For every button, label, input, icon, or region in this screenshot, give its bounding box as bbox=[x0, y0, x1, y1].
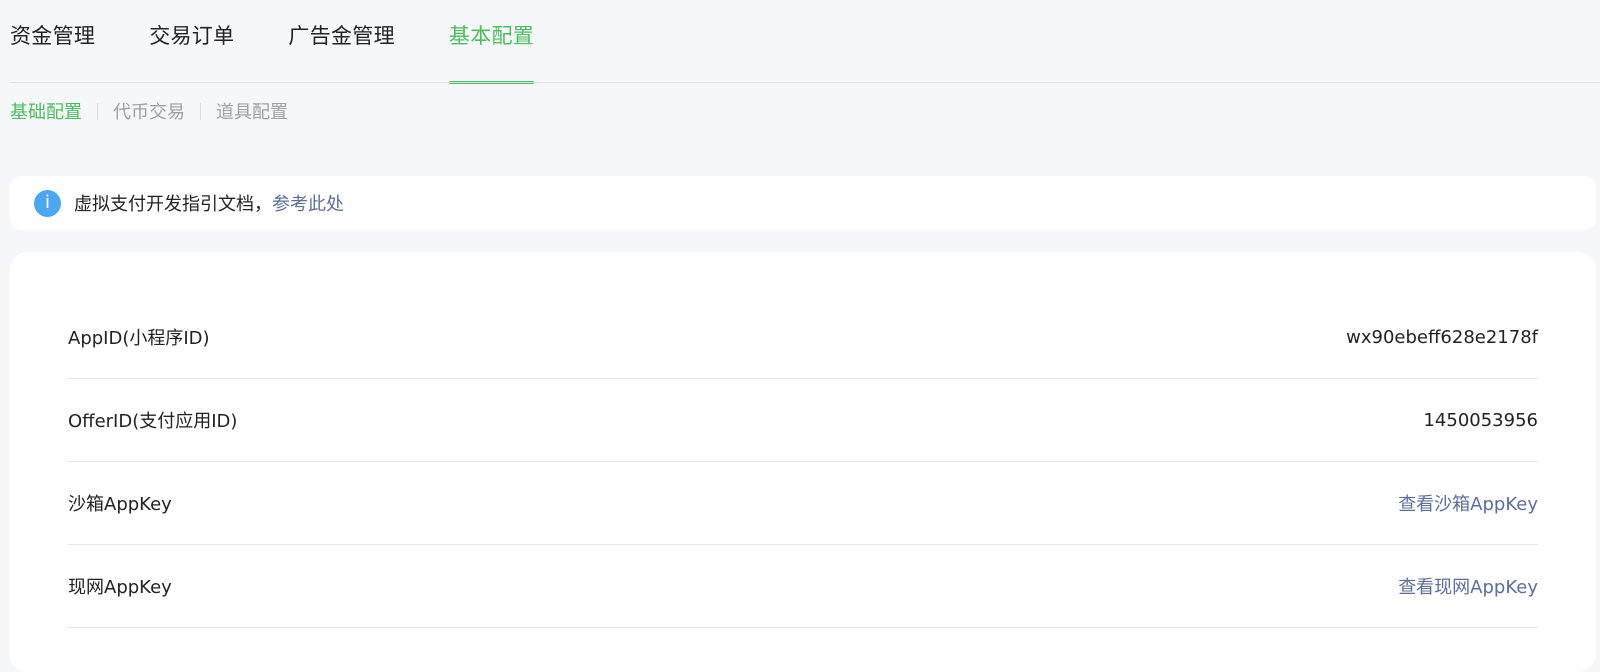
sub-tab-item-config[interactable]: 道具配置 bbox=[216, 98, 288, 124]
guide-reference-link[interactable]: 参考此处 bbox=[272, 190, 344, 216]
config-row-offerid: OfferID(支付应用ID) 1450053956 bbox=[68, 379, 1538, 462]
top-tab-trade-orders[interactable]: 交易订单 bbox=[149, 0, 234, 62]
offerid-value: 1450053956 bbox=[1423, 409, 1538, 431]
offerid-label: OfferID(支付应用ID) bbox=[68, 411, 238, 432]
appid-value: wx90ebeff628e2178f bbox=[1346, 326, 1538, 348]
top-tab-bar: 资金管理 交易订单 广告金管理 基本配置 bbox=[10, 0, 1600, 84]
config-row-sandbox-appkey: 沙箱AppKey 查看沙箱AppKey bbox=[68, 462, 1538, 545]
live-appkey-label: 现网AppKey bbox=[68, 577, 172, 598]
config-row-live-appkey: 现网AppKey 查看现网AppKey bbox=[68, 545, 1538, 628]
sub-tab-basic-config[interactable]: 基础配置 bbox=[10, 98, 82, 124]
sandbox-appkey-label: 沙箱AppKey bbox=[68, 494, 172, 515]
sub-tab-separator bbox=[97, 102, 98, 120]
config-row-appid: AppID(小程序ID) wx90ebeff628e2178f bbox=[68, 296, 1538, 379]
top-tab-basic-config[interactable]: 基本配置 bbox=[448, 0, 535, 84]
basic-config-card: AppID(小程序ID) wx90ebeff628e2178f OfferID(… bbox=[10, 252, 1596, 672]
top-tab-fund-management[interactable]: 资金管理 bbox=[10, 0, 95, 62]
top-tab-divider bbox=[10, 82, 1600, 83]
sub-tab-token-trade[interactable]: 代币交易 bbox=[113, 98, 185, 124]
notice-text: 虚拟支付开发指引文档， bbox=[74, 194, 272, 215]
developer-guide-notice: i 虚拟支付开发指引文档， 参考此处 bbox=[10, 176, 1596, 230]
page: 资金管理 交易订单 广告金管理 基本配置 基础配置 代币交易 道具配置 i 虚拟… bbox=[0, 0, 1600, 672]
appid-label: AppID(小程序ID) bbox=[68, 328, 210, 349]
top-tab-ad-fund-management[interactable]: 广告金管理 bbox=[288, 0, 395, 62]
info-icon: i bbox=[34, 189, 61, 217]
view-live-appkey-link[interactable]: 查看现网AppKey bbox=[1398, 573, 1538, 599]
sub-tab-separator bbox=[200, 102, 201, 120]
view-sandbox-appkey-link[interactable]: 查看沙箱AppKey bbox=[1398, 490, 1538, 516]
sub-tab-bar: 基础配置 代币交易 道具配置 bbox=[10, 98, 288, 124]
